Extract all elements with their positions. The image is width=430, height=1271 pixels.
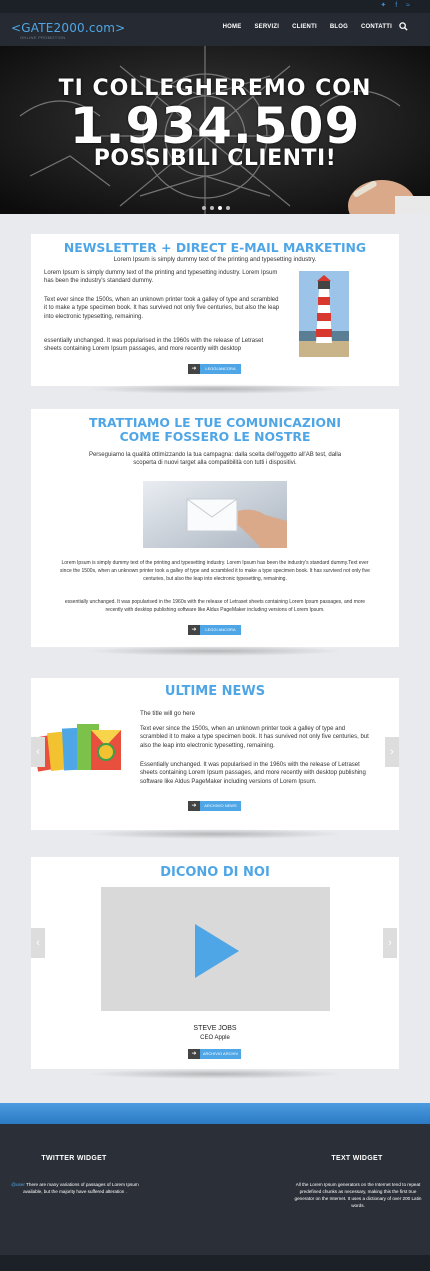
news-archive-button[interactable]: ➜ ARCHIVIO NEWS — [188, 801, 241, 811]
newsletter-paragraph-3: essentially unchanged. It was popularise… — [44, 338, 264, 353]
twitter-widget-text: @user There are many variations of passa… — [10, 1181, 140, 1195]
newsletter-paragraph-2: Text ever since the 1500s, when an unkno… — [44, 297, 280, 320]
menu-item-contatti[interactable]: CONTATTI — [361, 24, 392, 30]
news-post-title[interactable]: The title will go here — [140, 710, 372, 718]
twitter-handle[interactable]: @user — [11, 1182, 25, 1187]
communications-title-line2: COME FOSSERO LE NOSTRE — [119, 429, 311, 444]
testimonials-archive-button[interactable]: ➜ ARCHIVIO ARCHIV — [188, 1049, 241, 1059]
main-navigation: <GATE2000.com> ONLINE PROMOTION HOME SER… — [0, 13, 430, 46]
hero-headline-line3: POSSIBILI CLIENTI! — [93, 146, 337, 171]
bottom-bar — [0, 1255, 430, 1271]
menu: HOME SERVIZI CLIENTI BLOG CONTATTI — [223, 24, 392, 30]
card-shadow — [86, 1069, 344, 1079]
arrow-right-icon: ➜ — [188, 1049, 200, 1059]
arrow-right-icon: ➜ — [188, 801, 200, 811]
text-widget-title: TEXT WIDGET — [331, 1155, 383, 1162]
play-icon[interactable] — [193, 922, 241, 980]
video-player[interactable] — [101, 887, 330, 1011]
card-shadow — [86, 646, 344, 656]
communications-title-line1: TRATTIAMO LE TUE COMUNICAZIONI — [89, 415, 341, 430]
menu-item-home[interactable]: HOME — [223, 24, 242, 30]
social-links: ✦ f ≈ — [380, 1, 410, 11]
read-more-button[interactable]: ➜ LEGGI ANCORA — [188, 364, 241, 374]
tweet-text: There are many variations of passages of… — [23, 1182, 139, 1194]
testimonial-name: STEVE JOBS — [193, 1025, 237, 1032]
twitter-icon[interactable]: ✦ — [380, 1, 386, 11]
site-logo[interactable]: <GATE2000.com> — [11, 21, 125, 35]
menu-item-clienti[interactable]: CLIENTI — [292, 24, 317, 30]
read-more-label: LEGGI ANCORA — [200, 625, 241, 635]
slider-dot[interactable] — [226, 206, 230, 210]
news-prev-arrow[interactable]: ‹ — [31, 737, 45, 767]
newsletter-card: NEWSLETTER + DIRECT E-MAIL MARKETING Lor… — [31, 234, 399, 386]
news-title: ULTIME NEWS — [164, 684, 266, 699]
lighthouse-image — [299, 271, 349, 357]
search-icon[interactable] — [399, 22, 408, 31]
card-shadow — [86, 384, 344, 394]
text-widget-body: All the Lorem Ipsum generators on the In… — [294, 1182, 422, 1208]
testimonials-next-arrow[interactable]: › — [383, 928, 397, 958]
arrow-right-icon: ➜ — [188, 625, 200, 635]
footer-accent-bar — [0, 1103, 430, 1124]
newsletter-title: NEWSLETTER + DIRECT E-MAIL MARKETING — [63, 240, 367, 255]
logo-tagline: ONLINE PROMOTION — [20, 35, 66, 40]
testimonials-title: DICONO DI NOI — [160, 865, 270, 880]
slider-pagination — [202, 206, 230, 210]
rss-icon[interactable]: ≈ — [406, 1, 410, 11]
testimonials-card: DICONO DI NOI ‹ › STEVE JOBS CEO Apple ➜… — [31, 857, 399, 1069]
top-bar: ✦ f ≈ — [0, 0, 430, 13]
newsletter-subtitle: Lorem Ipsum is simply dummy text of the … — [113, 256, 317, 263]
card-shadow — [86, 829, 344, 839]
envelope-hand-image — [143, 481, 287, 548]
arrow-right-icon: ➜ — [188, 364, 200, 374]
menu-item-blog[interactable]: BLOG — [330, 24, 348, 30]
news-paragraph-2: Essentially unchanged. It was popularise… — [140, 762, 366, 785]
news-archive-label: ARCHIVIO NEWS — [200, 801, 241, 811]
news-paragraph-1: Text ever since the 1500s, when an unkno… — [140, 726, 369, 749]
testimonials-prev-arrow[interactable]: ‹ — [31, 928, 45, 958]
communications-paragraph-2: essentially unchanged. It was popularise… — [64, 599, 366, 613]
footer: TWITTER WIDGET @user There are many vari… — [0, 1124, 430, 1255]
testimonial-role: CEO Apple — [200, 1035, 230, 1041]
menu-item-servizi[interactable]: SERVIZI — [254, 24, 279, 30]
read-more-label: LEGGI ANCORA — [200, 364, 241, 374]
communications-paragraph-1: Lorem Ipsum is simply dummy text of the … — [60, 560, 370, 582]
slider-dot[interactable] — [218, 206, 222, 210]
hero-slider: TI COLLEGHEREMO CON 1.934.509 POSSIBILI … — [0, 46, 430, 214]
slider-dot[interactable] — [202, 206, 206, 210]
communications-card: TRATTIAMO LE TUE COMUNICAZIONI COME FOSS… — [31, 409, 399, 647]
news-envelopes-image — [35, 724, 121, 772]
news-card: ULTIME NEWS ‹ › The title will go here T… — [31, 678, 399, 830]
communications-intro: Perseguiamo la qualità ottimizzando la t… — [88, 452, 342, 467]
facebook-icon[interactable]: f — [395, 1, 397, 11]
slider-dot[interactable] — [210, 206, 214, 210]
newsletter-paragraph-1: Lorem Ipsum is simply dummy text of the … — [44, 270, 278, 285]
testimonials-archive-label: ARCHIVIO ARCHIV — [200, 1049, 241, 1059]
news-next-arrow[interactable]: › — [385, 737, 399, 767]
read-more-button[interactable]: ➜ LEGGI ANCORA — [188, 625, 241, 635]
twitter-widget-title: TWITTER WIDGET — [41, 1155, 107, 1162]
